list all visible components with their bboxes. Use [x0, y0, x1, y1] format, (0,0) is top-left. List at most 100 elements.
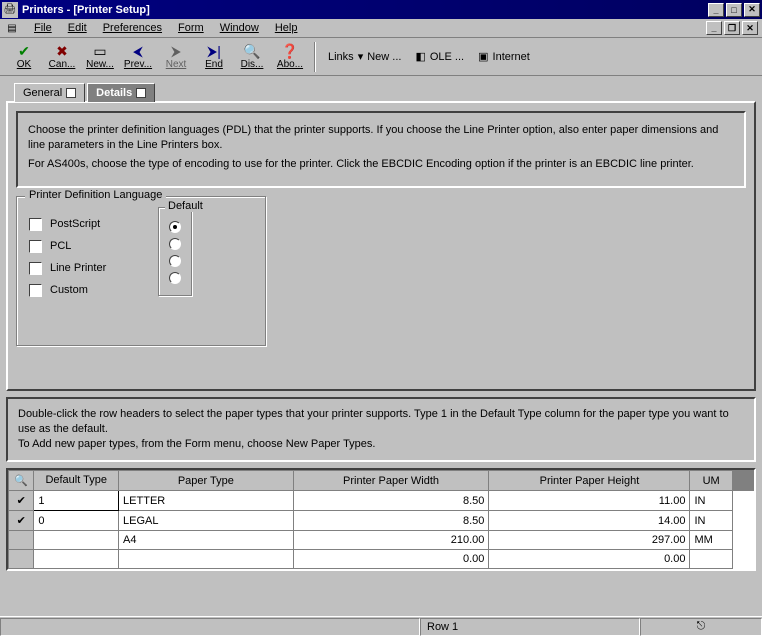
cell-height[interactable]: 11.00 — [489, 491, 690, 511]
instruction-text: For AS400s, choose the type of encoding … — [28, 157, 734, 172]
network-icon: ⎋ — [697, 620, 706, 633]
postscript-label: PostScript — [50, 218, 150, 230]
table-row[interactable]: ✔0LEGAL8.5014.00IN — [9, 511, 754, 531]
check-icon: ✔ — [18, 43, 30, 59]
cell-um[interactable] — [690, 550, 732, 569]
links-dropdown[interactable]: Links ▾ New ... — [322, 42, 407, 72]
pdl-legend: Printer Definition Language — [25, 189, 166, 201]
cell-um[interactable]: IN — [690, 491, 732, 511]
display-button[interactable]: 🔍 Dis... — [234, 40, 270, 74]
new-button[interactable]: ▭ New... — [82, 40, 118, 74]
details-panel: Choose the printer definition languages … — [6, 101, 756, 391]
custom-checkbox[interactable] — [29, 284, 42, 297]
minimize-button[interactable]: _ — [708, 3, 724, 17]
ole-icon: ◧ — [415, 50, 425, 63]
default-radio-pcl[interactable] — [169, 238, 181, 250]
status-row: Row 1 — [420, 618, 640, 636]
tab-strip: General Details — [14, 82, 756, 101]
status-message — [0, 618, 420, 636]
cell-paper-type[interactable]: LEGAL — [119, 511, 294, 531]
instructions-box: Choose the printer definition languages … — [16, 111, 746, 188]
row-header[interactable]: ✔ — [9, 511, 34, 531]
table-row[interactable]: A4210.00297.00MM — [9, 531, 754, 550]
col-height[interactable]: Printer Paper Height — [489, 471, 690, 491]
maximize-button[interactable]: □ — [726, 3, 742, 17]
table-row[interactable]: ✔1LETTER8.5011.00IN — [9, 491, 754, 511]
postscript-checkbox[interactable] — [29, 218, 42, 231]
cell-height[interactable]: 14.00 — [489, 511, 690, 531]
instruction-text: Choose the printer definition languages … — [28, 123, 734, 153]
paper-instr-text: To Add new paper types, from the Form me… — [18, 437, 744, 452]
menu-form[interactable]: Form — [170, 20, 212, 36]
cancel-button[interactable]: ✖ Can... — [44, 40, 80, 74]
cell-default-type[interactable]: 0 — [34, 511, 119, 531]
pdl-groupbox: Printer Definition Language PostScript P… — [16, 196, 266, 346]
x-icon: ✖ — [56, 43, 68, 59]
new-icon: ▭ — [93, 43, 106, 59]
ole-button[interactable]: ◧ OLE ... — [409, 42, 470, 72]
row-header[interactable] — [9, 550, 34, 569]
col-paper-type[interactable]: Paper Type — [119, 471, 294, 491]
tab-icon — [136, 88, 146, 98]
prev-icon: ⮜ — [133, 43, 143, 59]
window-title: Printers - [Printer Setup] — [22, 4, 708, 16]
prev-button[interactable]: ⮜ Prev... — [120, 40, 156, 74]
tab-general[interactable]: General — [14, 83, 85, 102]
tab-details[interactable]: Details — [87, 83, 155, 102]
paper-instr-text: Double-click the row headers to select t… — [18, 407, 744, 437]
menu-file[interactable]: File — [26, 20, 60, 36]
scrollbar-track[interactable] — [732, 471, 753, 491]
col-default-type[interactable]: Default Type — [34, 471, 119, 491]
paper-table[interactable]: 🔍 Default Type Paper Type Printer Paper … — [6, 468, 756, 571]
default-legend: Default — [165, 200, 206, 212]
row-header[interactable] — [9, 531, 34, 550]
cell-paper-type[interactable]: LETTER — [119, 491, 294, 511]
pcl-checkbox[interactable] — [29, 240, 42, 253]
cell-um[interactable]: MM — [690, 531, 732, 550]
internet-button[interactable]: ▣ Internet — [472, 42, 536, 72]
menu-edit[interactable]: Edit — [60, 20, 95, 36]
default-radio-postscript[interactable] — [169, 221, 181, 233]
about-button[interactable]: ❓ Abo... — [272, 40, 308, 74]
col-um[interactable]: UM — [690, 471, 732, 491]
status-bar: Row 1 ⎋ — [0, 616, 762, 636]
menu-window[interactable]: Window — [212, 20, 267, 36]
row-header[interactable]: ✔ — [9, 491, 34, 511]
tab-icon — [66, 88, 76, 98]
cell-width[interactable]: 0.00 — [293, 550, 489, 569]
toolbar-separator — [314, 42, 316, 72]
cell-default-type[interactable] — [34, 550, 119, 569]
table-header-row: 🔍 Default Type Paper Type Printer Paper … — [9, 471, 754, 491]
cell-um[interactable]: IN — [690, 511, 732, 531]
doc-restore-button[interactable]: ❐ — [724, 21, 740, 35]
end-button[interactable]: ⮞| End — [196, 40, 232, 74]
cell-paper-type[interactable] — [119, 550, 294, 569]
close-button[interactable]: ✕ — [744, 3, 760, 17]
col-rowicon[interactable]: 🔍 — [9, 471, 34, 491]
menu-preferences[interactable]: Preferences — [95, 20, 170, 36]
default-radio-custom[interactable] — [169, 272, 181, 284]
end-icon: ⮞| — [207, 43, 221, 59]
cell-width[interactable]: 8.50 — [293, 491, 489, 511]
default-radio-lineprinter[interactable] — [169, 255, 181, 267]
cell-width[interactable]: 8.50 — [293, 511, 489, 531]
ok-button[interactable]: ✔ OK — [6, 40, 42, 74]
toolbar: ✔ OK ✖ Can... ▭ New... ⮜ Prev... ⮞ Next … — [0, 38, 762, 76]
custom-label: Custom — [50, 284, 150, 296]
col-width[interactable]: Printer Paper Width — [293, 471, 489, 491]
cell-height[interactable]: 0.00 — [489, 550, 690, 569]
paper-instructions: Double-click the row headers to select t… — [6, 397, 756, 462]
cell-width[interactable]: 210.00 — [293, 531, 489, 550]
cell-default-type[interactable] — [34, 531, 119, 550]
table-row[interactable]: 0.000.00 — [9, 550, 754, 569]
next-button[interactable]: ⮞ Next — [158, 40, 194, 74]
display-icon: 🔍 — [243, 43, 260, 59]
cell-default-type[interactable]: 1 — [34, 491, 119, 511]
doc-minimize-button[interactable]: _ — [706, 21, 722, 35]
lineprinter-checkbox[interactable] — [29, 262, 42, 275]
chevron-down-icon: ▾ — [358, 50, 364, 63]
menu-help[interactable]: Help — [267, 20, 306, 36]
doc-close-button[interactable]: ✕ — [742, 21, 758, 35]
cell-height[interactable]: 297.00 — [489, 531, 690, 550]
cell-paper-type[interactable]: A4 — [119, 531, 294, 550]
